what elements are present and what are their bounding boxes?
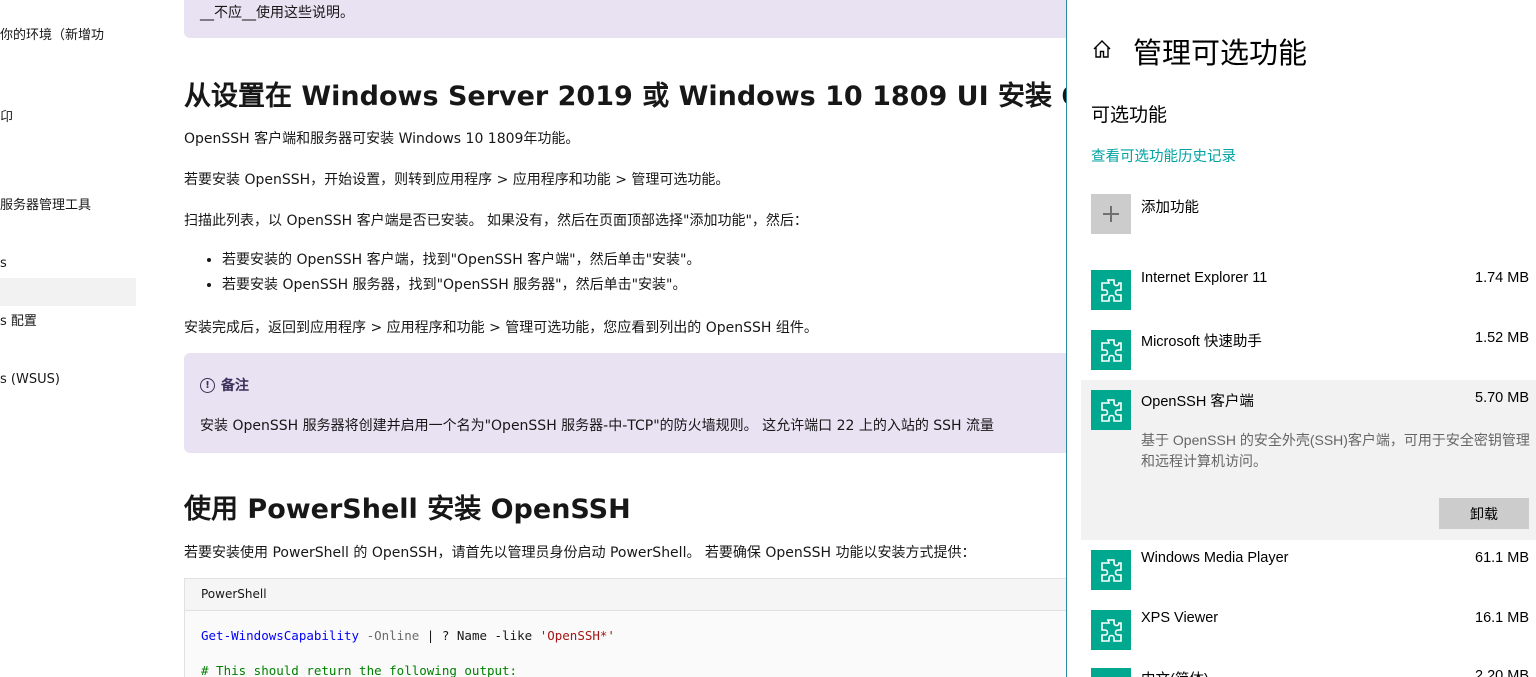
nav-item[interactable]: 你的环境（新增功	[0, 22, 136, 50]
feature-size: 2.20 MB	[1475, 668, 1529, 677]
code-block: PowerShell Get-WindowsCapability -Online…	[184, 578, 1066, 677]
paragraph: 安装完成后，返回到应用程序 > 应用程序和功能 > 管理可选功能，您应看到列出的…	[184, 320, 818, 336]
list-item: 若要安装 OpenSSH 服务器，找到"OpenSSH 服务器"，然后单击"安装…	[222, 273, 701, 298]
doc-content: __不应__使用这些说明。 从设置在 Windows Server 2019 或…	[184, 0, 1066, 677]
important-box-text: __不应__使用这些说明。	[200, 5, 354, 21]
info-icon: !	[200, 377, 215, 393]
nav-item[interactable]: 卬	[0, 104, 136, 132]
code-text: | ? Name -like	[419, 628, 540, 643]
settings-panel: 管理可选功能 可选功能 查看可选功能历史记录 添加功能 Internet Exp…	[1066, 0, 1536, 677]
feature-description: 基于 OpenSSH 的安全外壳(SSH)客户端，可用于安全密钥管理和远程计算机…	[1141, 432, 1530, 469]
code-string: 'OpenSSH*'	[539, 628, 615, 643]
feature-row[interactable]: Internet Explorer 11 1.74 MB	[1081, 270, 1536, 320]
note-box: ! 备注 安装 OpenSSH 服务器将创建并启用一个名为"OpenSSH 服务…	[184, 353, 1066, 453]
nav-item[interactable]: s 配置	[0, 308, 136, 336]
bullet-list: 若要安装的 OpenSSH 客户端，找到"OpenSSH 客户端"，然后单击"安…	[204, 248, 701, 298]
puzzle-icon	[1091, 270, 1131, 310]
important-box: __不应__使用这些说明。	[184, 0, 1066, 38]
feature-row[interactable]: XPS Viewer 16.1 MB	[1081, 610, 1536, 660]
feature-name: OpenSSH 客户端	[1141, 394, 1254, 410]
feature-name: Internet Explorer 11	[1141, 270, 1268, 286]
feature-row-expanded[interactable]: OpenSSH 客户端 5.70 MB 基于 OpenSSH 的安全外壳(SSH…	[1081, 380, 1536, 540]
paragraph: 扫描此列表，以 OpenSSH 客户端是否已安装。 如果没有，然后在页面顶部选择…	[184, 213, 808, 229]
add-feature-icon[interactable]	[1091, 194, 1131, 234]
feature-size: 61.1 MB	[1475, 550, 1529, 566]
left-nav: 你的环境（新增功 卬 服务器管理工具 s s 配置 s (WSUS)	[0, 0, 136, 677]
code-comment: # This should return the following outpu…	[201, 663, 518, 677]
code-language-label: PowerShell	[185, 579, 1066, 611]
feature-row[interactable]: Windows Media Player 61.1 MB	[1081, 550, 1536, 600]
feature-name: 中文(简体)	[1141, 668, 1209, 677]
heading-install-ui: 从设置在 Windows Server 2019 或 Windows 10 18…	[184, 81, 1066, 112]
puzzle-icon	[1091, 610, 1131, 650]
note-text: 安装 OpenSSH 服务器将创建并启用一个名为"OpenSSH 服务器-中-T…	[200, 418, 995, 434]
code-body[interactable]: Get-WindowsCapability -Online | ? Name -…	[185, 628, 1066, 677]
feature-name: Windows Media Player	[1141, 550, 1289, 566]
feature-name: XPS Viewer	[1141, 610, 1219, 626]
code-command: Get-WindowsCapability	[201, 628, 360, 643]
history-link[interactable]: 查看可选功能历史记录	[1091, 145, 1236, 166]
paragraph: OpenSSH 客户端和服务器可安装 Windows 10 1809年功能。	[184, 131, 580, 147]
nav-item-selected[interactable]	[0, 278, 136, 306]
feature-size: 16.1 MB	[1475, 610, 1529, 626]
puzzle-icon	[1091, 390, 1131, 430]
nav-item[interactable]: s	[0, 250, 136, 278]
page-title: 管理可选功能	[1133, 38, 1308, 70]
feature-size: 5.70 MB	[1475, 390, 1529, 406]
feature-name: Microsoft 快速助手	[1141, 334, 1262, 350]
nav-item[interactable]: 服务器管理工具	[0, 192, 136, 220]
code-line: Get-WindowsCapability -Online | ? Name -…	[201, 628, 1066, 643]
paragraph: 若要安装 OpenSSH，开始设置，则转到应用程序 > 应用程序和功能 > 管理…	[184, 172, 730, 188]
feature-row[interactable]: 中文(简体) 2.20 MB	[1081, 668, 1536, 677]
uninstall-button[interactable]: 卸载	[1439, 498, 1529, 529]
feature-size: 1.52 MB	[1475, 330, 1529, 346]
note-title-label: 备注	[221, 378, 249, 394]
feature-row[interactable]: Microsoft 快速助手 1.52 MB	[1081, 330, 1536, 380]
heading-install-powershell: 使用 PowerShell 安装 OpenSSH	[184, 494, 631, 525]
note-title: ! 备注	[200, 375, 249, 395]
feature-size: 1.74 MB	[1475, 270, 1529, 286]
code-param: -Online	[359, 628, 420, 643]
add-feature-button[interactable]: 添加功能	[1141, 196, 1199, 217]
paragraph: 若要安装使用 PowerShell 的 OpenSSH，请首先以管理员身份启动 …	[184, 545, 976, 561]
nav-item[interactable]: s (WSUS)	[0, 366, 136, 394]
home-icon[interactable]	[1091, 38, 1113, 60]
list-item: 若要安装的 OpenSSH 客户端，找到"OpenSSH 客户端"，然后单击"安…	[222, 248, 701, 273]
section-heading: 可选功能	[1091, 105, 1168, 126]
puzzle-icon	[1091, 330, 1131, 370]
puzzle-icon	[1091, 668, 1131, 677]
puzzle-icon	[1091, 550, 1131, 590]
